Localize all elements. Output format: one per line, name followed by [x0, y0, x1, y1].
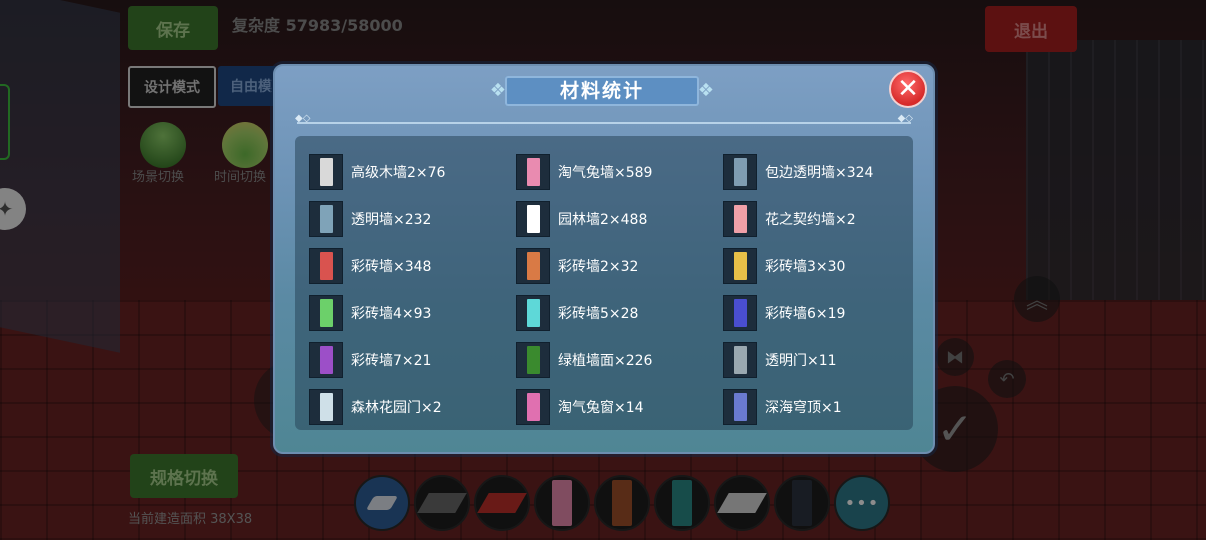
material-label: 淘气兔墙×589 — [558, 164, 653, 181]
dialog-title: 材料统计 — [559, 80, 644, 102]
rabbit-wall-icon — [516, 153, 550, 190]
material-item: 彩砖墙4×93 — [309, 289, 516, 336]
material-label: 高级木墙2×76 — [351, 164, 446, 181]
material-label: 彩砖墙3×30 — [765, 258, 846, 275]
brick-wall-icon — [723, 294, 757, 331]
material-label: 彩砖墙5×28 — [558, 305, 639, 322]
material-item: 彩砖墙2×32 — [516, 242, 723, 289]
material-label: 彩砖墙7×21 — [351, 352, 432, 369]
material-label: 包边透明墙×324 — [765, 164, 874, 181]
brick-wall-icon — [516, 247, 550, 284]
material-item: 绿植墙面×226 — [516, 336, 723, 383]
forest-gate-icon — [309, 388, 343, 425]
garden-wall-icon — [516, 200, 550, 237]
material-item: 彩砖墙7×21 — [309, 336, 516, 383]
rabbit-window-icon — [516, 388, 550, 425]
plant-wall-icon — [516, 341, 550, 378]
brick-wall-icon — [309, 294, 343, 331]
material-item: 高级木墙2×76 — [309, 148, 516, 195]
material-item: 园林墙2×488 — [516, 195, 723, 242]
brick-wall-icon — [309, 247, 343, 284]
material-item: 淘气兔墙×589 — [516, 148, 723, 195]
material-stats-dialog: ❖ ❖ 材料统计 ✕ 高级木墙2×76 淘气兔墙×589 包边透明墙×324 透明墙×… — [273, 64, 935, 454]
wood-wall-icon — [309, 153, 343, 190]
material-label: 透明门×11 — [765, 352, 837, 369]
material-item: 透明墙×232 — [309, 195, 516, 242]
glass-wall-icon — [723, 153, 757, 190]
close-icon[interactable]: ✕ — [889, 70, 927, 108]
brick-wall-icon — [516, 294, 550, 331]
title-divider — [295, 113, 913, 124]
material-label: 彩砖墙4×93 — [351, 305, 432, 322]
glass-door-icon — [723, 341, 757, 378]
material-item: 透明门×11 — [723, 336, 930, 383]
material-label: 园林墙2×488 — [558, 211, 648, 228]
material-item: 彩砖墙6×19 — [723, 289, 930, 336]
materials-grid: 高级木墙2×76 淘气兔墙×589 包边透明墙×324 透明墙×232 园林墙2×488… — [309, 148, 930, 430]
material-label: 彩砖墙2×32 — [558, 258, 639, 275]
material-label: 透明墙×232 — [351, 211, 432, 228]
title-banner: ❖ ❖ 材料统计 — [485, 76, 719, 106]
dome-icon — [723, 388, 757, 425]
material-item: 淘气兔窗×14 — [516, 383, 723, 430]
brick-wall-icon — [723, 247, 757, 284]
material-item: 包边透明墙×324 — [723, 148, 930, 195]
material-item: 彩砖墙×348 — [309, 242, 516, 289]
materials-panel: 高级木墙2×76 淘气兔墙×589 包边透明墙×324 透明墙×232 园林墙2×488… — [295, 136, 913, 430]
material-item: 花之契约墙×2 — [723, 195, 930, 242]
material-label: 森林花园门×2 — [351, 399, 442, 416]
material-label: 花之契约墙×2 — [765, 211, 856, 228]
brick-wall-icon — [309, 341, 343, 378]
material-label: 绿植墙面×226 — [558, 352, 653, 369]
material-label: 彩砖墙6×19 — [765, 305, 846, 322]
flower-wall-icon — [723, 200, 757, 237]
material-item: 森林花园门×2 — [309, 383, 516, 430]
material-label: 淘气兔窗×14 — [558, 399, 644, 416]
material-label: 深海穹顶×1 — [765, 399, 842, 416]
glass-wall-icon — [309, 200, 343, 237]
material-label: 彩砖墙×348 — [351, 258, 432, 275]
material-item: 彩砖墙3×30 — [723, 242, 930, 289]
material-item: 深海穹顶×1 — [723, 383, 930, 430]
material-item: 彩砖墙5×28 — [516, 289, 723, 336]
